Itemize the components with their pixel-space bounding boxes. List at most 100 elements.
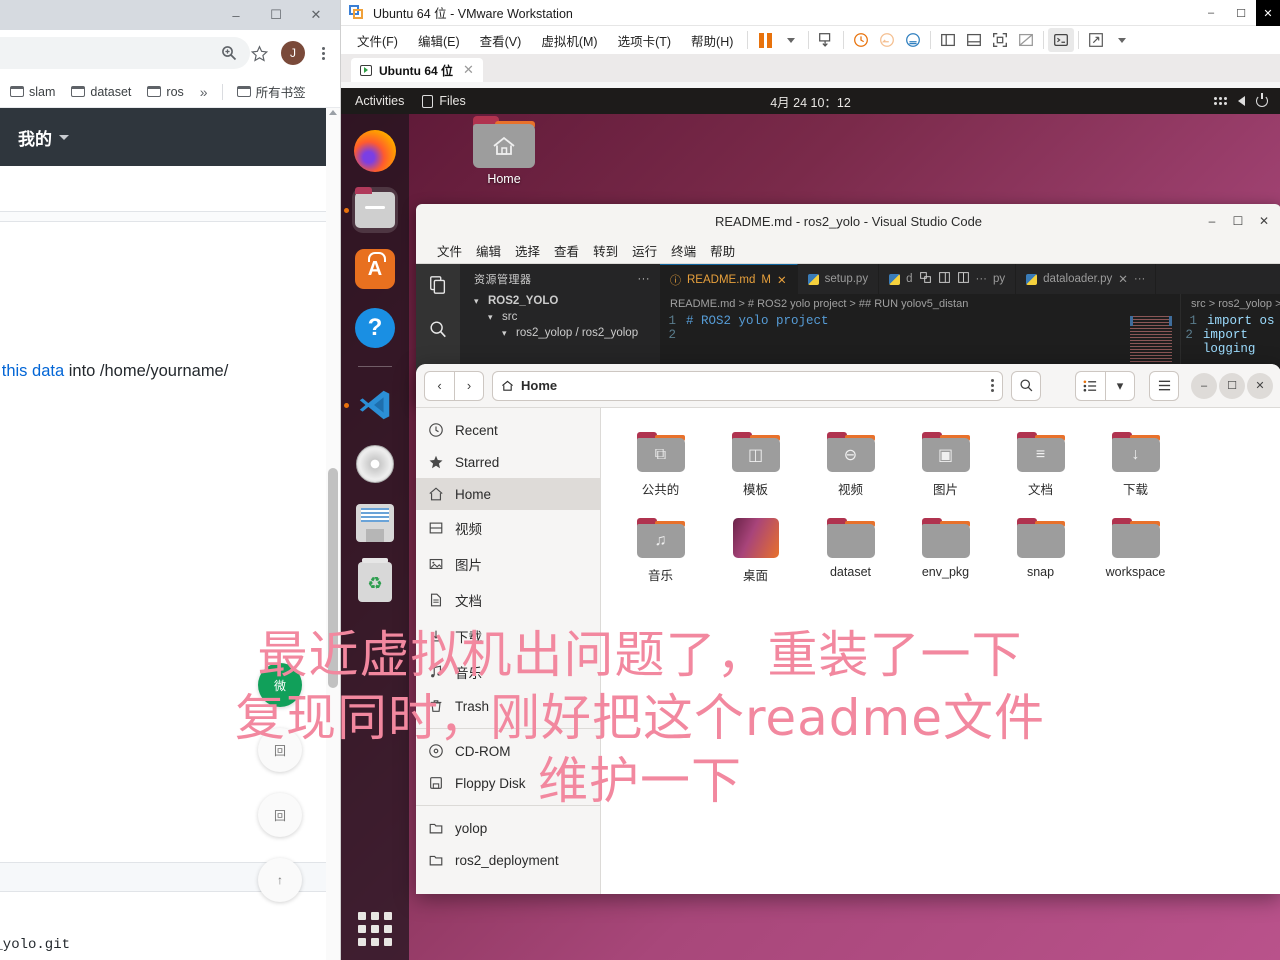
forward-button[interactable]: › bbox=[454, 370, 484, 401]
menu-view[interactable]: 查看(V) bbox=[470, 27, 532, 54]
vscode-menu-edit[interactable]: 编辑 bbox=[469, 238, 508, 263]
sidebar-item-music[interactable]: 音乐 bbox=[416, 654, 600, 690]
dock-item-cdrom[interactable] bbox=[352, 441, 398, 487]
address-bar[interactable] bbox=[0, 37, 250, 69]
qr-fab[interactable]: 回 bbox=[258, 728, 302, 772]
browser-scrollbar[interactable] bbox=[326, 108, 340, 960]
split-down-icon[interactable] bbox=[938, 271, 951, 287]
more-actions-icon[interactable]: ··· bbox=[1134, 273, 1146, 285]
path-bar[interactable]: Home bbox=[492, 370, 1003, 401]
expand-caret-icon[interactable] bbox=[1109, 28, 1135, 52]
menu-help[interactable]: 帮助(H) bbox=[681, 27, 743, 54]
snapshot-manager-icon[interactable] bbox=[900, 28, 926, 52]
profile-avatar[interactable]: J bbox=[281, 41, 305, 65]
dock-item-firefox[interactable] bbox=[352, 128, 398, 174]
bookmark-star-icon[interactable] bbox=[244, 38, 274, 68]
browser-maximize-button[interactable]: ☐ bbox=[256, 0, 296, 30]
back-button[interactable]: ‹ bbox=[424, 370, 454, 401]
right-breadcrumb[interactable]: src > ros2_yolop > ros2_yolop > bbox=[1181, 294, 1280, 314]
tree-item-root[interactable]: ▾ ROS2_YOLO bbox=[460, 293, 660, 309]
sidebar-item-recent[interactable]: Recent bbox=[416, 414, 600, 446]
chevron-down-icon[interactable] bbox=[59, 134, 69, 140]
vscode-menu-help[interactable]: 帮助 bbox=[703, 238, 742, 263]
show-console-icon[interactable] bbox=[961, 28, 987, 52]
file-item-templates[interactable]: ◫ 模板 bbox=[708, 424, 803, 506]
menu-vm[interactable]: 虚拟机(M) bbox=[531, 27, 607, 54]
file-item-pictures[interactable]: ▣ 图片 bbox=[898, 424, 993, 506]
close-icon[interactable]: ✕ bbox=[777, 273, 787, 287]
terminal-icon[interactable] bbox=[1048, 28, 1075, 52]
sidebar-item-ros2-deployment[interactable]: ros2_deployment bbox=[416, 844, 600, 876]
unity-mode-icon[interactable] bbox=[1013, 28, 1039, 52]
dock-item-trash[interactable] bbox=[352, 558, 398, 605]
revert-snapshot-icon[interactable] bbox=[874, 28, 900, 52]
bookmark-ros[interactable]: ros bbox=[141, 81, 189, 103]
vmware-maximize-button[interactable]: ☐ bbox=[1226, 0, 1256, 26]
editor-tab-setup-py[interactable]: setup.py bbox=[798, 264, 880, 294]
editor-tab-d[interactable]: d ··· py bbox=[879, 264, 1017, 294]
menu-tabs[interactable]: 选项卡(T) bbox=[608, 27, 681, 54]
wechat-fab[interactable]: 微 bbox=[258, 663, 302, 707]
show-applications-icon[interactable] bbox=[358, 912, 392, 946]
readme-link[interactable]: d this data bbox=[0, 362, 64, 380]
vmware-close-button[interactable]: ✕ bbox=[1256, 0, 1280, 26]
search-icon[interactable] bbox=[425, 316, 451, 342]
page-zoom-icon[interactable] bbox=[214, 38, 244, 68]
path-menu-icon[interactable] bbox=[991, 379, 994, 392]
sidebar-item-documents[interactable]: 文档 bbox=[416, 582, 600, 618]
file-item-dataset[interactable]: dataset bbox=[803, 510, 898, 592]
browser-minimize-button[interactable]: – bbox=[216, 0, 256, 30]
close-icon[interactable]: ✕ bbox=[1118, 272, 1128, 286]
menu-file[interactable]: 文件(F) bbox=[347, 27, 408, 54]
file-item-public[interactable]: ⧉ 公共的 bbox=[613, 424, 708, 506]
files-minimize-button[interactable]: – bbox=[1191, 372, 1217, 399]
vscode-menu-view[interactable]: 查看 bbox=[547, 238, 586, 263]
pause-icon[interactable] bbox=[752, 28, 778, 52]
sidebar-item-home[interactable]: Home bbox=[416, 478, 600, 510]
vscode-menu-terminal[interactable]: 终端 bbox=[664, 238, 703, 263]
file-item-desktop[interactable]: 桌面 bbox=[708, 510, 803, 592]
vmware-minimize-button[interactable]: – bbox=[1196, 0, 1226, 26]
expand-icon[interactable] bbox=[1083, 28, 1109, 52]
all-bookmarks-button[interactable]: 所有书签 bbox=[231, 78, 312, 105]
close-icon[interactable]: ✕ bbox=[463, 62, 474, 78]
menu-edit[interactable]: 编辑(E) bbox=[408, 27, 470, 54]
bookmark-slam[interactable]: slam bbox=[4, 81, 61, 103]
vscode-maximize-button[interactable]: ☐ bbox=[1225, 204, 1251, 238]
dock-item-help[interactable]: ? bbox=[352, 305, 398, 351]
clock[interactable]: 4月 24 10：12 bbox=[341, 92, 1280, 111]
file-item-music[interactable]: ♫ 音乐 bbox=[613, 510, 708, 592]
split-right-icon[interactable] bbox=[957, 271, 970, 287]
vm-tab-ubuntu[interactable]: Ubuntu 64 位 ✕ bbox=[351, 58, 483, 82]
tree-item-ros2-yolop[interactable]: ▾ ros2_yolop / ros2_yolop bbox=[460, 325, 660, 341]
dock-item-files[interactable] bbox=[344, 187, 398, 233]
vscode-close-button[interactable]: ✕ bbox=[1251, 204, 1277, 238]
sidebar-item-cdrom[interactable]: CD-ROM bbox=[416, 735, 600, 767]
explorer-icon[interactable] bbox=[425, 272, 451, 298]
dock-item-floppy[interactable] bbox=[352, 500, 398, 546]
editor-tab-dataloader-py[interactable]: dataloader.py ✕ ··· bbox=[1016, 264, 1157, 294]
editor-tab-readme[interactable]: ⓘ README.md M ✕ bbox=[660, 264, 798, 294]
file-item-snap[interactable]: snap bbox=[993, 510, 1088, 592]
files-close-button[interactable]: ✕ bbox=[1247, 372, 1273, 399]
file-item-downloads[interactable]: ↓ 下载 bbox=[1088, 424, 1183, 506]
vscode-menu-file[interactable]: 文件 bbox=[430, 238, 469, 263]
sidebar-item-downloads[interactable]: 下载 bbox=[416, 618, 600, 654]
files-maximize-button[interactable]: ☐ bbox=[1219, 372, 1245, 399]
split-editor-icon[interactable] bbox=[919, 271, 932, 287]
desktop-icon-home[interactable]: Home bbox=[459, 116, 549, 186]
scroll-top-fab[interactable]: ↑ bbox=[258, 858, 302, 902]
bookmark-dataset[interactable]: dataset bbox=[65, 81, 137, 103]
search-button[interactable] bbox=[1011, 370, 1041, 401]
power-dropdown-icon[interactable] bbox=[778, 28, 804, 52]
vscode-menu-goto[interactable]: 转到 bbox=[586, 238, 625, 263]
sidebar-item-yolop[interactable]: yolop bbox=[416, 812, 600, 844]
vscode-menu-selection[interactable]: 选择 bbox=[508, 238, 547, 263]
explorer-more-icon[interactable]: ··· bbox=[638, 273, 651, 285]
file-item-videos[interactable]: ⊖ 视频 bbox=[803, 424, 898, 506]
browser-menu-icon[interactable] bbox=[312, 46, 334, 60]
show-sidebar-icon[interactable] bbox=[935, 28, 961, 52]
tree-item-src[interactable]: ▾ src bbox=[460, 309, 660, 325]
fullscreen-icon[interactable] bbox=[987, 28, 1013, 52]
page-nav-label[interactable]: 我的 bbox=[18, 125, 52, 150]
